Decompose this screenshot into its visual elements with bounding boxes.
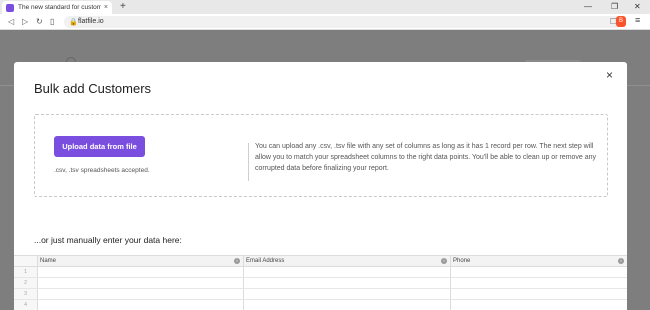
tab-title: The new standard for customer d: [18, 4, 101, 11]
grid-corner-cell: [14, 256, 38, 266]
info-icon[interactable]: i: [618, 258, 624, 264]
name-cell[interactable]: [38, 300, 244, 310]
row-number: 1: [14, 267, 38, 277]
table-row: 1: [14, 267, 627, 278]
tab-close-icon[interactable]: ×: [104, 4, 108, 11]
grid-header-row: Name i Email Address i Phone i: [14, 256, 627, 267]
url-bar[interactable]: 🔒 flatfile.io ☐: [64, 16, 622, 28]
email-cell[interactable]: [244, 278, 451, 288]
new-tab-button[interactable]: +: [120, 0, 126, 13]
table-row: 4: [14, 300, 627, 310]
browser-menu-icon[interactable]: ≡: [635, 15, 640, 25]
info-icon[interactable]: i: [234, 258, 240, 264]
name-cell[interactable]: [38, 278, 244, 288]
email-cell[interactable]: [244, 289, 451, 299]
address-toolbar: ◁ ▷ ↻ ▯ 🔒 flatfile.io ☐ B ≡: [0, 14, 650, 30]
bookmark-page-icon[interactable]: ▯: [50, 16, 54, 28]
info-icon[interactable]: i: [441, 258, 447, 264]
column-header-label: Name: [40, 258, 57, 264]
email-cell[interactable]: [244, 267, 451, 277]
email-cell[interactable]: [244, 300, 451, 310]
phone-cell[interactable]: [451, 267, 627, 277]
browser-tab[interactable]: The new standard for customer d ×: [2, 1, 112, 14]
column-header-label: Phone: [453, 258, 471, 264]
window-minimize-button[interactable]: —: [584, 0, 592, 13]
row-number: 3: [14, 289, 38, 299]
phone-cell[interactable]: [451, 300, 627, 310]
reload-icon[interactable]: ↻: [36, 16, 43, 28]
upload-file-button[interactable]: Upload data from file: [54, 136, 145, 157]
column-header-email[interactable]: Email Address i: [244, 256, 451, 266]
phone-cell[interactable]: [451, 289, 627, 299]
brave-shield-icon[interactable]: B: [616, 16, 626, 27]
table-row: 2: [14, 278, 627, 289]
upload-help-text: You can upload any .csv, .tsv file with …: [255, 143, 597, 172]
window-restore-button[interactable]: ❐: [611, 0, 618, 13]
url-text[interactable]: flatfile.io: [78, 18, 104, 25]
manual-entry-label: ...or just manually enter your data here…: [34, 235, 182, 245]
row-number: 4: [14, 300, 38, 310]
back-icon[interactable]: ◁: [8, 16, 14, 28]
column-header-name[interactable]: Name i: [38, 256, 244, 266]
row-number: 2: [14, 278, 38, 288]
dropzone-divider: [248, 143, 249, 181]
phone-cell[interactable]: [451, 278, 627, 288]
column-header-label: Email Address: [246, 258, 285, 264]
close-icon[interactable]: ×: [606, 69, 613, 81]
table-row: 3: [14, 289, 627, 300]
window-close-button[interactable]: ✕: [634, 0, 641, 13]
modal-title: Bulk add Customers: [34, 81, 152, 96]
name-cell[interactable]: [38, 267, 244, 277]
column-header-phone[interactable]: Phone i: [451, 256, 627, 266]
name-cell[interactable]: [38, 289, 244, 299]
data-entry-grid: Name i Email Address i Phone i 1 2 3 4: [14, 255, 627, 310]
file-dropzone[interactable]: Upload data from file .csv, .tsv spreads…: [34, 114, 608, 197]
forward-icon[interactable]: ▷: [22, 16, 28, 28]
lock-icon: 🔒: [69, 19, 78, 26]
bulk-add-modal: Bulk add Customers × Upload data from fi…: [14, 62, 627, 310]
flatfile-favicon-icon: [6, 3, 14, 12]
accepted-formats-note: .csv, .tsv spreadsheets accepted.: [54, 167, 150, 174]
browser-tab-bar: The new standard for customer d × + — ❐ …: [0, 0, 650, 14]
